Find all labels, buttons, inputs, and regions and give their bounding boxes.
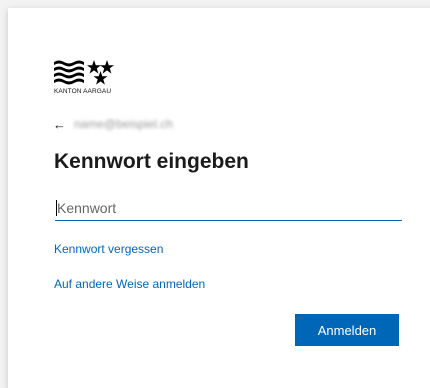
identity-banner: ← name@beispiel.ch	[53, 116, 173, 132]
back-arrow-icon[interactable]: ←	[53, 118, 66, 131]
identity-email: name@beispiel.ch	[74, 117, 173, 131]
forgot-password-link[interactable]: Kennwort vergessen	[54, 242, 163, 256]
password-input[interactable]	[55, 196, 402, 221]
logo-text: KANTON AARGAU	[54, 88, 112, 95]
waves-stars-icon	[54, 60, 114, 85]
login-card: KANTON AARGAU ← name@beispiel.ch Kennwor…	[8, 8, 430, 388]
sign-in-button[interactable]: Anmelden	[295, 314, 399, 346]
kanton-aargau-logo: KANTON AARGAU	[54, 60, 144, 100]
other-sign-in-method-link[interactable]: Auf andere Weise anmelden	[54, 277, 205, 291]
text-caret	[56, 200, 57, 216]
page-title: Kennwort eingeben	[54, 150, 249, 173]
